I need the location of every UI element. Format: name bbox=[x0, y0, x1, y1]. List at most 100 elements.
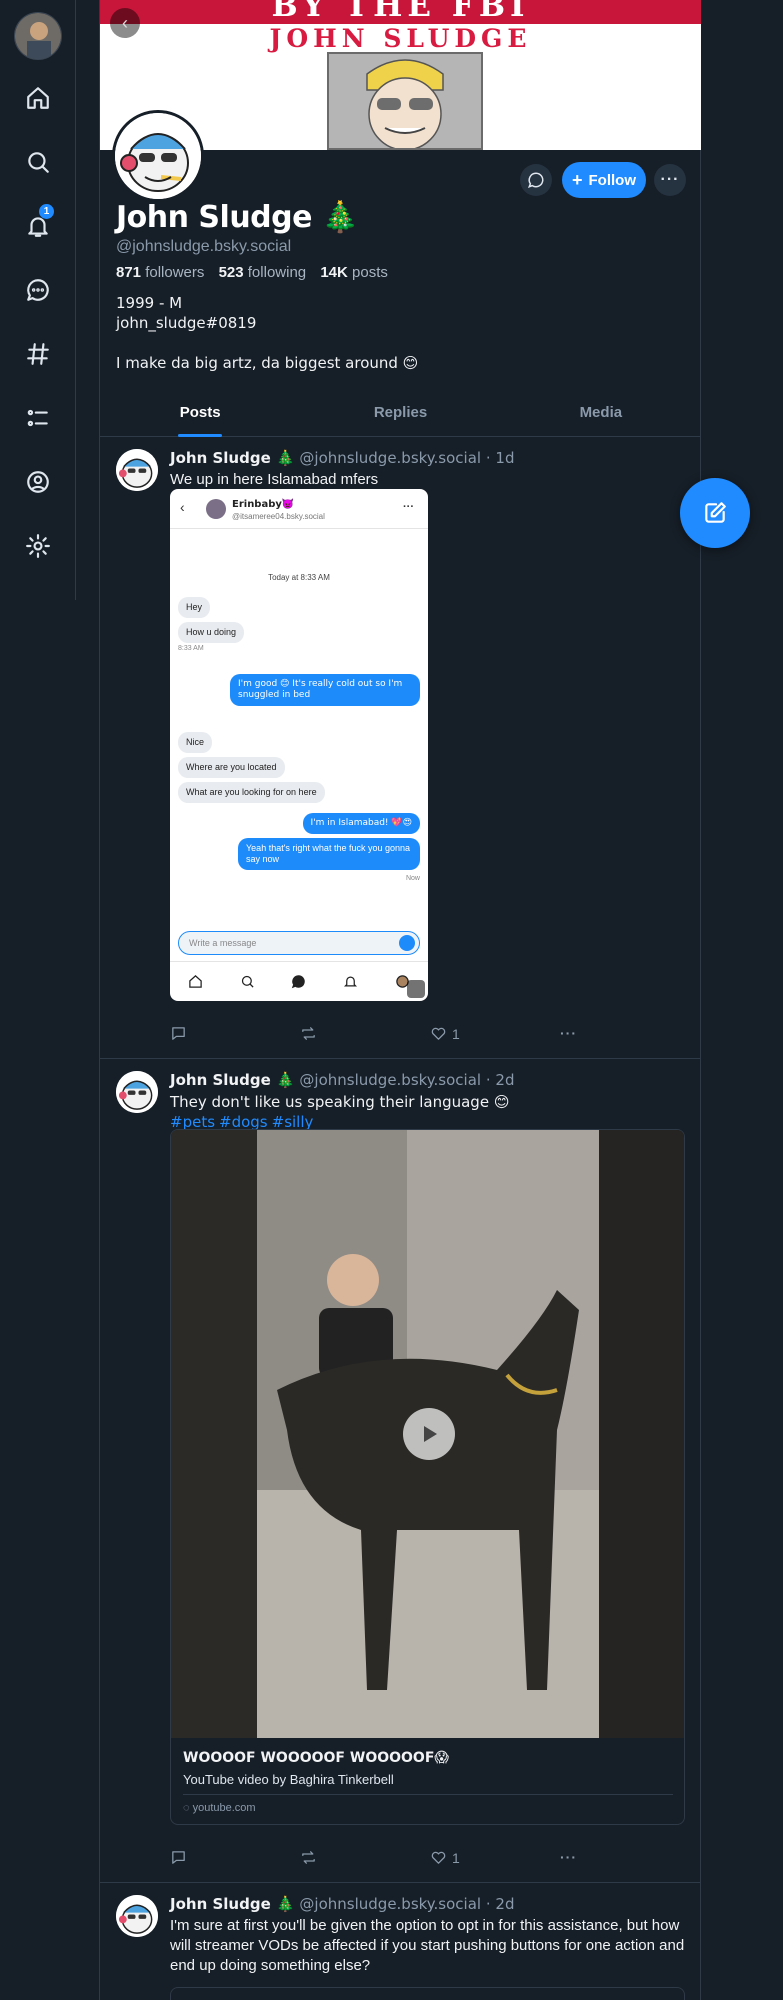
profile-handle: @johnsludge.bsky.social bbox=[116, 238, 292, 255]
home-icon[interactable] bbox=[18, 78, 58, 118]
following-count: 523 bbox=[218, 264, 244, 281]
notifications-icon[interactable]: 1 bbox=[18, 204, 58, 246]
dm-bottom-nav bbox=[170, 961, 428, 1001]
post-actions: 1 ··· bbox=[170, 1849, 576, 1869]
post-handle[interactable]: @johnsludge.bsky.social bbox=[299, 1071, 481, 1089]
profile-icon[interactable] bbox=[18, 462, 58, 502]
banner-mugshot bbox=[327, 52, 483, 150]
post-time[interactable]: · 1d bbox=[486, 449, 515, 467]
posts-label: posts bbox=[352, 264, 388, 281]
post-author[interactable]: John Sludge 🎄 bbox=[170, 449, 295, 467]
left-nav-rail: 1 bbox=[0, 0, 76, 600]
followers-count: 871 bbox=[116, 264, 142, 281]
post-actions: 1 ··· bbox=[170, 1025, 576, 1045]
dm-contact-name: Erinbaby👿 bbox=[232, 499, 295, 510]
more-options-button[interactable]: ··· bbox=[654, 164, 686, 196]
post-meta: John Sludge 🎄 @johnsludge.bsky.social · … bbox=[170, 1071, 514, 1089]
dm-bubble: Where are you located bbox=[178, 757, 285, 778]
posts-count: 14K bbox=[320, 264, 348, 281]
feed-post[interactable]: John Sludge 🎄 @johnsludge.bsky.social · … bbox=[100, 1883, 701, 2000]
post-handle[interactable]: @johnsludge.bsky.social bbox=[299, 449, 481, 467]
dm-bubble: Hey bbox=[178, 597, 211, 618]
dm-time: Now bbox=[405, 875, 420, 882]
dm-bubble: What are you looking for on here bbox=[178, 782, 325, 803]
compose-icon bbox=[705, 502, 726, 523]
followers-label: followers bbox=[145, 264, 205, 281]
notifications-badge: 1 bbox=[39, 204, 54, 219]
play-icon[interactable] bbox=[403, 1408, 455, 1460]
chat-icon[interactable] bbox=[18, 270, 58, 310]
dm-send-icon bbox=[399, 935, 415, 951]
dm-composer: Write a message bbox=[178, 931, 420, 955]
post-more-icon[interactable]: ··· bbox=[560, 1849, 577, 1865]
message-button[interactable] bbox=[520, 164, 552, 196]
followers-stat[interactable]: 871 followers bbox=[116, 264, 204, 281]
tab-replies[interactable]: Replies bbox=[300, 395, 500, 436]
settings-gear-icon[interactable] bbox=[18, 526, 58, 566]
profile-bio: 1999 - M john_sludge#0819 I make da big … bbox=[116, 293, 418, 373]
external-link-card[interactable]: WOOOOF WOOOOOF WOOOOOF😱 YouTube video by… bbox=[170, 1129, 685, 1825]
bio-line: I make da big artz, da biggest around 😊 bbox=[116, 354, 419, 372]
following-label: following bbox=[247, 264, 307, 281]
following-stat[interactable]: 523 following bbox=[219, 264, 307, 281]
feed-post[interactable]: John Sludge 🎄 @johnsludge.bsky.social · … bbox=[100, 1059, 701, 1883]
my-avatar[interactable] bbox=[14, 12, 62, 60]
post-avatar[interactable] bbox=[116, 1895, 158, 1937]
profile-avatar[interactable] bbox=[112, 110, 204, 202]
like-count: 1 bbox=[452, 1849, 460, 1866]
lists-icon[interactable] bbox=[18, 398, 58, 438]
post-image-embed[interactable]: ‹ Erinbaby👿 @itsameree04.bsky.social ···… bbox=[170, 489, 428, 1001]
post-text: I'm sure at first you'll be given the op… bbox=[170, 1917, 685, 1974]
reply-icon[interactable] bbox=[170, 1849, 187, 1866]
tab-posts[interactable]: Posts bbox=[100, 395, 300, 436]
feed-post[interactable]: John Sludge 🎄 @johnsludge.bsky.social · … bbox=[100, 437, 701, 1059]
globe-icon: ◌ bbox=[183, 1802, 190, 1814]
link-card-domain-text: youtube.com bbox=[192, 1802, 256, 1814]
post-avatar[interactable] bbox=[116, 1071, 158, 1113]
post-more-icon[interactable]: ··· bbox=[560, 1025, 577, 1041]
back-arrow-icon[interactable]: ‹ bbox=[110, 8, 140, 38]
reply-icon[interactable] bbox=[170, 1025, 187, 1042]
search-icon bbox=[241, 975, 254, 988]
video-thumbnail[interactable] bbox=[171, 1130, 684, 1738]
post-author[interactable]: John Sludge 🎄 bbox=[170, 1895, 295, 1913]
like-button[interactable]: 1 bbox=[430, 1025, 460, 1042]
profile-tabs: Posts Replies Media bbox=[100, 395, 701, 437]
plus-icon: + bbox=[571, 170, 583, 190]
banner-top-text: BY THE FBI bbox=[271, 0, 530, 24]
follow-button-label: Follow bbox=[588, 171, 637, 189]
dm-header: ‹ Erinbaby👿 @itsameree04.bsky.social ··· bbox=[170, 489, 428, 529]
search-icon[interactable] bbox=[18, 142, 58, 182]
like-button[interactable]: 1 bbox=[430, 1849, 460, 1866]
dm-date-stamp: Today at 8:33 AM bbox=[268, 573, 330, 582]
profile-display-name: John Sludge 🎄 bbox=[116, 200, 359, 235]
repost-icon[interactable] bbox=[300, 1849, 317, 1866]
heart-icon bbox=[431, 1851, 446, 1864]
post-time[interactable]: · 2d bbox=[486, 1895, 515, 1913]
home-icon bbox=[189, 975, 203, 988]
banner-name-text: JOHN SLUDGE bbox=[269, 24, 532, 53]
dm-contact-handle: @itsameree04.bsky.social bbox=[232, 512, 325, 521]
profile-stats: 871 followers 523 following 14K posts bbox=[116, 264, 388, 281]
post-avatar[interactable] bbox=[116, 449, 158, 491]
dm-bubble: Nice bbox=[178, 732, 213, 753]
tab-media[interactable]: Media bbox=[501, 395, 701, 436]
post-text: We up in here Islamabad mfers bbox=[170, 471, 379, 488]
heart-icon bbox=[431, 1027, 446, 1040]
compose-post-button[interactable] bbox=[680, 478, 750, 548]
video-blur-right bbox=[599, 1130, 684, 1738]
post-meta: John Sludge 🎄 @johnsludge.bsky.social · … bbox=[170, 449, 514, 467]
dm-bubble: How u doing bbox=[178, 622, 245, 643]
dm-back-icon: ‹ bbox=[180, 499, 185, 515]
bio-line: john_sludge#0819 bbox=[116, 314, 257, 332]
link-card-description: YouTube video by Baghira Tinkerbell bbox=[183, 1772, 394, 1787]
posts-stat: 14K posts bbox=[320, 264, 388, 281]
link-card-title: WOOOOF WOOOOOF WOOOOOF😱 bbox=[183, 1750, 449, 1766]
post-author[interactable]: John Sludge 🎄 bbox=[170, 1071, 295, 1089]
post-handle[interactable]: @johnsludge.bsky.social bbox=[299, 1895, 481, 1913]
post-time[interactable]: · 2d bbox=[486, 1071, 515, 1089]
repost-icon[interactable] bbox=[300, 1025, 317, 1042]
expand-icon[interactable] bbox=[407, 980, 425, 998]
follow-button[interactable]: + Follow bbox=[562, 162, 646, 198]
feeds-hash-icon[interactable] bbox=[18, 334, 58, 374]
